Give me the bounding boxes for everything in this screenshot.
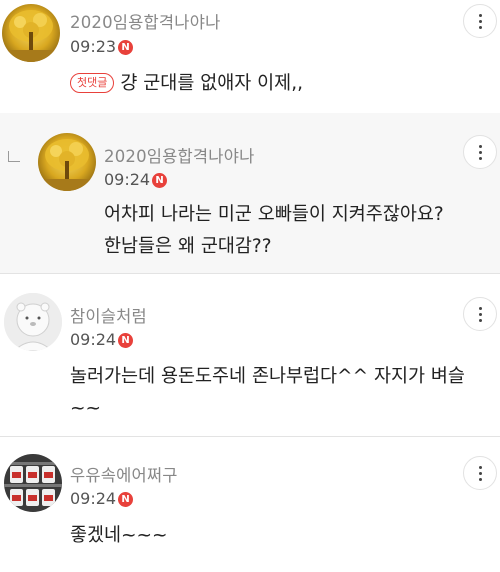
new-badge-icon: N bbox=[118, 333, 133, 348]
comment-text-line: ~~ bbox=[70, 398, 102, 419]
comment-author[interactable]: 참이슬처럼 bbox=[70, 303, 147, 327]
avatar[interactable] bbox=[4, 454, 62, 512]
comment-time: 09:24 bbox=[70, 330, 117, 349]
comment-text-line: 좋겠네~~~ bbox=[70, 525, 168, 546]
reply-arrow-icon bbox=[8, 151, 20, 162]
comment-text: 놀러가는데 용돈도주네 존나부럽다^^ 자지가 벼슬 ~~ bbox=[70, 361, 465, 425]
more-vertical-icon bbox=[478, 13, 482, 17]
comment-author[interactable]: 우유속에어쩌구 bbox=[70, 462, 178, 486]
comment-time: 09:24 bbox=[70, 489, 117, 508]
comment-time: 09:24 bbox=[104, 170, 151, 189]
avatar[interactable] bbox=[2, 4, 60, 62]
new-badge-icon: N bbox=[152, 173, 167, 188]
more-options-button[interactable] bbox=[463, 297, 497, 331]
comment-item: 참이슬처럼 09:24 N 놀러가는데 용돈도주네 존나부럽다^^ 자지가 벼슬… bbox=[0, 273, 500, 436]
comment-time: 09:23 bbox=[70, 37, 117, 56]
new-badge-icon: N bbox=[118, 492, 133, 507]
comment-item: 2020임용합격나야나 09:23 N 첫댓글 걍 군대를 없애자 이제,, bbox=[0, 0, 500, 113]
reply-item: 2020임용합격나야나 09:24 N 어차피 나라는 미군 오빠들이 지켜주잖… bbox=[0, 113, 500, 273]
new-badge-icon: N bbox=[118, 40, 133, 55]
comment-text-line: 한남들은 왜 군대감?? bbox=[104, 236, 272, 257]
avatar[interactable] bbox=[4, 293, 62, 351]
comment-text: 첫댓글 걍 군대를 없애자 이제,, bbox=[70, 68, 303, 100]
comment-text-line: 어차피 나라는 미군 오빠들이 지켜주잖아요? bbox=[104, 204, 444, 225]
first-comment-badge: 첫댓글 bbox=[70, 73, 115, 93]
more-vertical-icon bbox=[478, 144, 482, 148]
comment-text-line: 놀러가는데 용돈도주네 존나부럽다^^ 자지가 벼슬 bbox=[70, 366, 465, 387]
comment-text: 어차피 나라는 미군 오빠들이 지켜주잖아요? 한남들은 왜 군대감?? bbox=[104, 199, 444, 263]
more-options-button[interactable] bbox=[463, 456, 497, 490]
more-vertical-icon bbox=[478, 306, 482, 310]
avatar[interactable] bbox=[38, 133, 96, 191]
comment-author[interactable]: 2020임용합격나야나 bbox=[70, 9, 220, 33]
comment-text-line: 걍 군대를 없애자 이제,, bbox=[120, 73, 303, 94]
comment-author[interactable]: 2020임용합격나야나 bbox=[104, 143, 254, 167]
more-vertical-icon bbox=[478, 465, 482, 469]
more-options-button[interactable] bbox=[463, 4, 497, 38]
comment-text: 좋겠네~~~ bbox=[70, 520, 168, 552]
more-options-button[interactable] bbox=[463, 135, 497, 169]
comment-item: 우유속에어쩌구 09:24 N 좋겠네~~~ bbox=[0, 436, 500, 572]
